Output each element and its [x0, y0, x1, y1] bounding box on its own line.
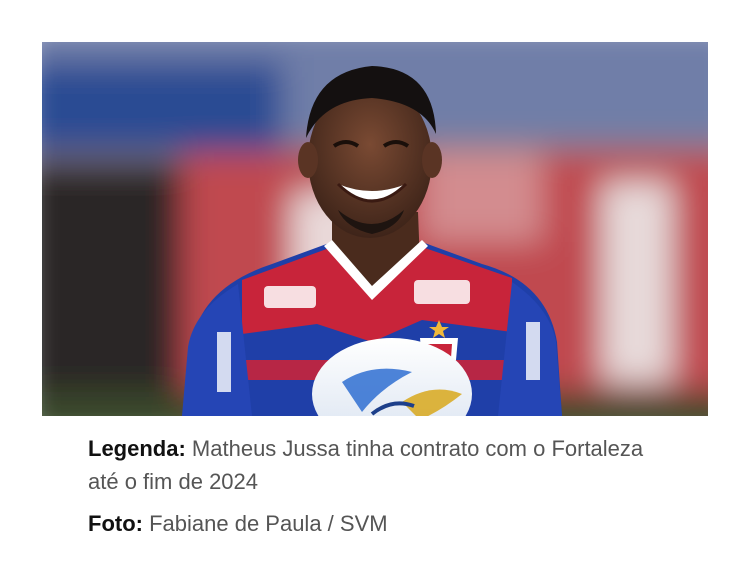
- caption-label: Legenda:: [88, 436, 186, 461]
- credit-text: Fabiane de Paula / SVM: [149, 511, 388, 536]
- photo-caption: Legenda: Matheus Jussa tinha contrato co…: [88, 432, 648, 498]
- photo-credit: Foto: Fabiane de Paula / SVM: [88, 507, 648, 540]
- article-image-block: Legenda: Matheus Jussa tinha contrato co…: [0, 0, 750, 580]
- credit-label: Foto:: [88, 511, 143, 536]
- player-photo: [42, 42, 708, 416]
